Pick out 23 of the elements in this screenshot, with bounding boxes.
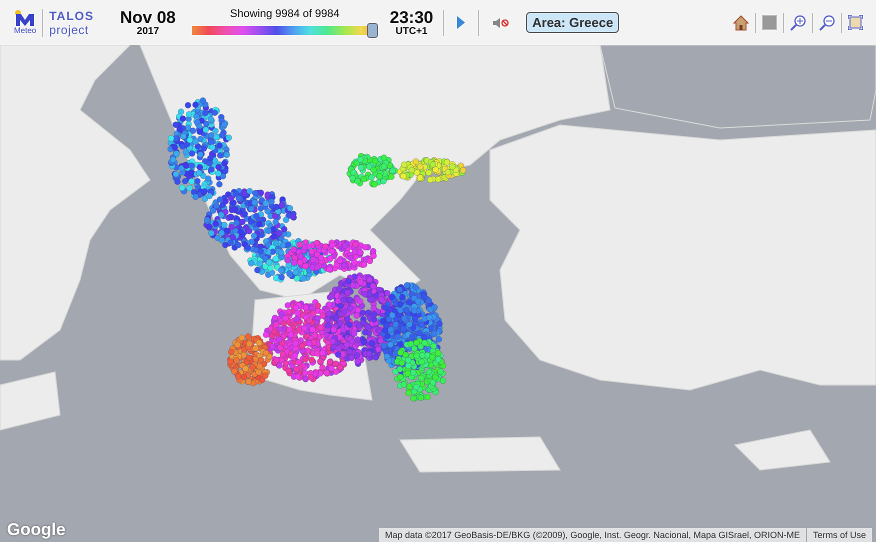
logo-title: TALOS xyxy=(49,8,94,22)
time-slider[interactable] xyxy=(192,22,378,38)
layers-button[interactable] xyxy=(759,12,780,33)
extent-icon xyxy=(848,15,863,30)
logo-icon xyxy=(14,10,36,26)
zoom-out-icon xyxy=(819,14,835,30)
terms-link[interactable]: Terms of Use xyxy=(806,528,872,542)
timezone-label: UTC+1 xyxy=(396,26,428,36)
area-button[interactable]: Area: Greece xyxy=(526,12,620,33)
map-layer-icon xyxy=(762,15,777,30)
time-label: 23:30 xyxy=(390,8,434,26)
year-label: 2017 xyxy=(136,26,160,36)
map-provider-logo: Google xyxy=(7,521,66,539)
logo-caption: Meteo xyxy=(14,26,36,35)
strike-count: Showing 9984 of 9984 xyxy=(230,8,340,20)
date-label: Nov 08 xyxy=(120,8,176,26)
play-icon xyxy=(457,16,466,29)
slider-thumb[interactable] xyxy=(366,22,378,38)
zoom-in-icon xyxy=(790,14,806,30)
home-icon xyxy=(733,14,749,30)
logo-subtitle: project xyxy=(49,22,90,36)
map-attribution: Map data ©2017 GeoBasis-DE/BKG (©2009), Google, Inst. Geogr. Nacional, Mapa GISrael, ORION-ME xyxy=(384,529,801,542)
fit-extent-button[interactable] xyxy=(845,12,866,33)
